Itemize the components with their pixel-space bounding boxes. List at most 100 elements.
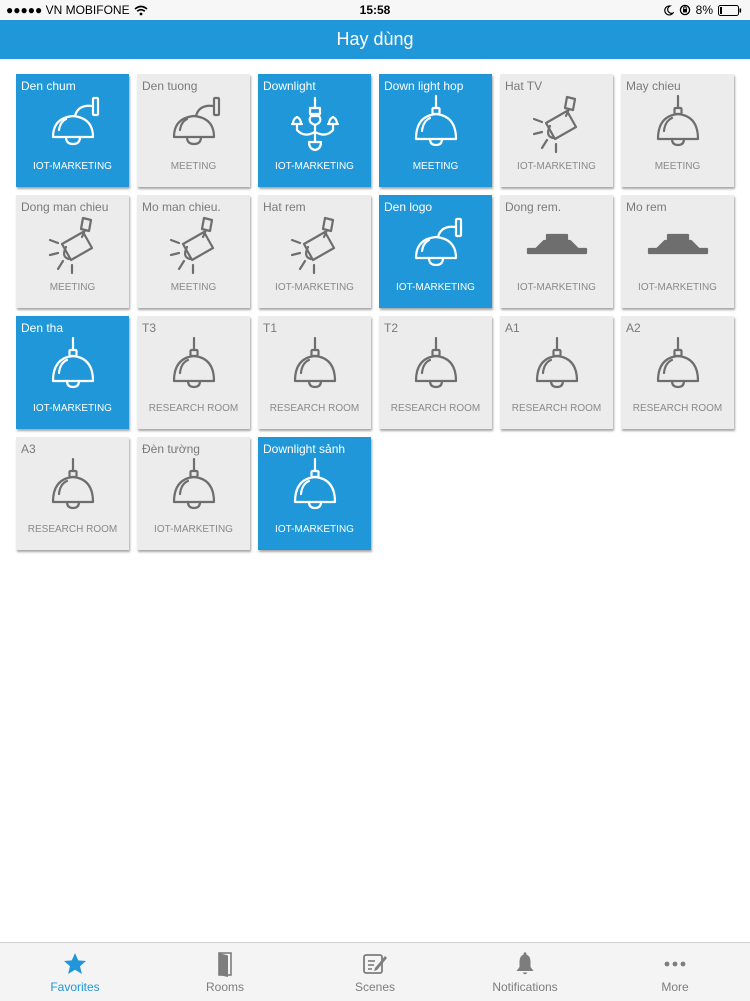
device-name: Dong man chieu: [21, 200, 109, 214]
device-tile[interactable]: Downlight sảnh IOT-MARKETING: [258, 437, 371, 550]
room-label: IOT-MARKETING: [517, 282, 596, 293]
room-label: RESEARCH ROOM: [632, 403, 723, 414]
tab-notifications[interactable]: Notifications: [450, 943, 600, 1001]
room-label: RESEARCH ROOM: [511, 403, 602, 414]
device-name: A2: [626, 321, 641, 335]
room-label: MEETING: [170, 161, 217, 172]
room-label: IOT-MARKETING: [275, 524, 354, 535]
pendant-lamp-icon: [280, 336, 350, 398]
room-label: MEETING: [49, 282, 96, 293]
device-tile[interactable]: T2 RESEARCH ROOM: [379, 316, 492, 429]
tab-label: Scenes: [354, 980, 396, 994]
device-tile[interactable]: Den chum IOT-MARKETING: [16, 74, 129, 187]
device-name: T1: [263, 321, 278, 335]
tab-more[interactable]: More: [600, 943, 750, 1001]
room-label: RESEARCH ROOM: [27, 524, 118, 535]
device-name: Dong rem.: [505, 200, 562, 214]
moon-icon: [663, 4, 674, 15]
rotation-lock-icon: [679, 4, 690, 16]
chandelier-icon: [280, 94, 350, 156]
device-name: Đèn tường: [142, 442, 200, 456]
ceiling-light-icon: [522, 215, 592, 277]
clock: 15:58: [359, 3, 391, 17]
room-label: RESEARCH ROOM: [390, 403, 481, 414]
room-label: RESEARCH ROOM: [148, 403, 239, 414]
tab-scenes[interactable]: Scenes: [300, 943, 450, 1001]
device-tile[interactable]: May chieu MEETING: [621, 74, 734, 187]
room-label: IOT-MARKETING: [275, 161, 354, 172]
tab-label: Rooms: [205, 980, 244, 994]
room-label: MEETING: [654, 161, 701, 172]
pendant-lamp-icon: [401, 336, 471, 398]
device-tile[interactable]: A1 RESEARCH ROOM: [500, 316, 613, 429]
device-tile[interactable]: Downlight IOT-MARKETING: [258, 74, 371, 187]
device-tile[interactable]: T1 RESEARCH ROOM: [258, 316, 371, 429]
room-label: IOT-MARKETING: [154, 524, 233, 535]
device-tile[interactable]: T3 RESEARCH ROOM: [137, 316, 250, 429]
device-tile[interactable]: Den tha IOT-MARKETING: [16, 316, 129, 429]
tab-rooms[interactable]: Rooms: [150, 943, 300, 1001]
pendant-lamp-icon: [643, 336, 713, 398]
status-right-group: 8%: [663, 3, 742, 17]
room-label: IOT-MARKETING: [638, 282, 717, 293]
wall-lamp-icon: [401, 215, 471, 277]
device-name: May chieu: [626, 79, 681, 93]
room-label: IOT-MARKETING: [33, 161, 112, 172]
device-tile[interactable]: Dong man chieu MEETING: [16, 195, 129, 308]
spotlight-icon: [38, 215, 108, 277]
device-tile[interactable]: Hat TV IOT-MARKETING: [500, 74, 613, 187]
device-tile[interactable]: Den logo IOT-MARKETING: [379, 195, 492, 308]
room-label: IOT-MARKETING: [517, 161, 596, 172]
device-name: Down light hop: [384, 79, 464, 93]
device-name: A3: [21, 442, 36, 456]
ceiling-light-icon: [643, 215, 713, 277]
page-title: Hay dùng: [336, 29, 414, 49]
pendant-lamp-icon: [643, 94, 713, 156]
status-bar: ●●●●● VN MOBIFONE 15:58 8%: [0, 0, 750, 20]
device-tile[interactable]: A3 RESEARCH ROOM: [16, 437, 129, 550]
room-label: IOT-MARKETING: [396, 282, 475, 293]
room-label: IOT-MARKETING: [33, 403, 112, 414]
device-tile[interactable]: Mo man chieu. MEETING: [137, 195, 250, 308]
spotlight-icon: [159, 215, 229, 277]
device-name: Mo rem: [626, 200, 667, 214]
device-tile[interactable]: Đèn tường IOT-MARKETING: [137, 437, 250, 550]
wall-lamp-icon: [159, 94, 229, 156]
device-name: Downlight sảnh: [263, 442, 346, 456]
pendant-lamp-icon: [159, 457, 229, 519]
room-label: RESEARCH ROOM: [269, 403, 360, 414]
device-name: Den chum: [21, 79, 76, 93]
spotlight-icon: [522, 94, 592, 156]
device-tile[interactable]: Den tuong MEETING: [137, 74, 250, 187]
edit-note-icon: [363, 954, 387, 974]
room-label: MEETING: [412, 161, 459, 172]
bell-icon: [516, 952, 534, 975]
pendant-lamp-icon: [401, 94, 471, 156]
pendant-lamp-icon: [159, 336, 229, 398]
battery-icon: [718, 4, 742, 16]
device-name: Downlight: [263, 79, 316, 93]
device-tile[interactable]: A2 RESEARCH ROOM: [621, 316, 734, 429]
tab-favorites[interactable]: Favorites: [0, 943, 150, 1001]
tab-bar: Favorites Rooms Scenes Notifications Mor…: [0, 942, 750, 1001]
device-name: Den logo: [384, 200, 433, 214]
pendant-lamp-icon: [38, 457, 108, 519]
device-tile[interactable]: Down light hop MEETING: [379, 74, 492, 187]
device-tile[interactable]: Dong rem. IOT-MARKETING: [500, 195, 613, 308]
more-dots-icon: [664, 961, 686, 967]
spotlight-icon: [280, 215, 350, 277]
device-name: T3: [142, 321, 157, 335]
device-name: Mo man chieu.: [142, 200, 221, 214]
door-icon: [218, 952, 232, 977]
wall-lamp-icon: [38, 94, 108, 156]
device-tile[interactable]: Mo rem IOT-MARKETING: [621, 195, 734, 308]
tab-label: More: [661, 980, 689, 994]
pendant-lamp-icon: [280, 457, 350, 519]
device-name: Den tuong: [142, 79, 198, 93]
device-name: T2: [384, 321, 399, 335]
device-name: A1: [505, 321, 520, 335]
device-name: Hat TV: [505, 79, 543, 93]
device-tile[interactable]: Hat rem IOT-MARKETING: [258, 195, 371, 308]
header-bar: Hay dùng: [0, 20, 750, 59]
battery-percent: 8%: [695, 3, 713, 17]
